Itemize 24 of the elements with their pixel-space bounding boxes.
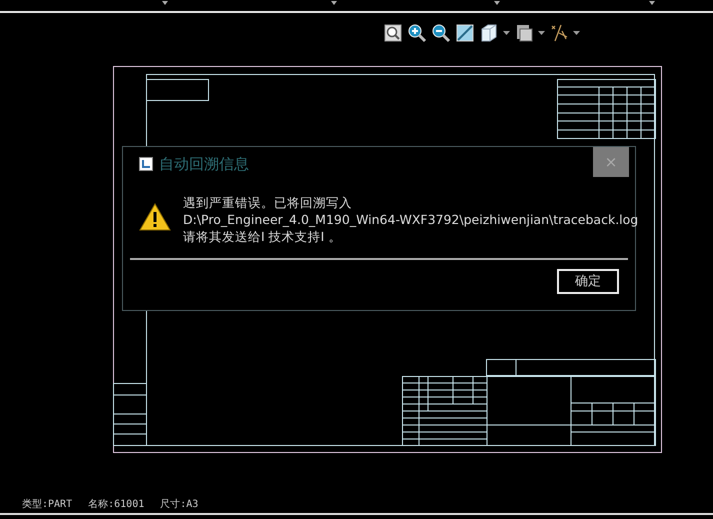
cube-icon[interactable] [479,23,499,43]
zoom-out-icon[interactable] [431,23,451,43]
warning-icon [139,203,171,231]
dialog-title: 自动回溯信息 [159,154,249,175]
status-text: 类型:PART [22,498,72,512]
status-text: 名称:61001 [88,498,144,512]
caret-icon[interactable] [494,1,500,5]
caret-icon[interactable] [649,1,655,5]
message-text: D:\Pro_Engineer_4.0_M190_Win64-WXF3792\peizhiwenjian\traceback.log [183,211,638,228]
caret-icon[interactable] [538,30,545,36]
app-icon [139,157,153,172]
shading-icon[interactable] [455,23,475,43]
axes-icon[interactable] [549,23,569,43]
ok-button[interactable]: 确定 [557,269,619,294]
caret-icon[interactable] [503,30,510,36]
zoom-fit-icon[interactable] [383,23,403,43]
message-text: 遇到严重错误。已将回溯写入 [183,194,352,211]
message-text: 请将其发送给I 技术支持I 。 [183,228,342,245]
caret-icon[interactable] [573,30,580,36]
layers-icon[interactable] [514,23,534,43]
status-text: 尺寸:A3 [160,498,198,512]
caret-icon[interactable] [162,1,168,5]
caret-icon[interactable] [331,1,337,5]
zoom-in-icon[interactable] [407,23,427,43]
